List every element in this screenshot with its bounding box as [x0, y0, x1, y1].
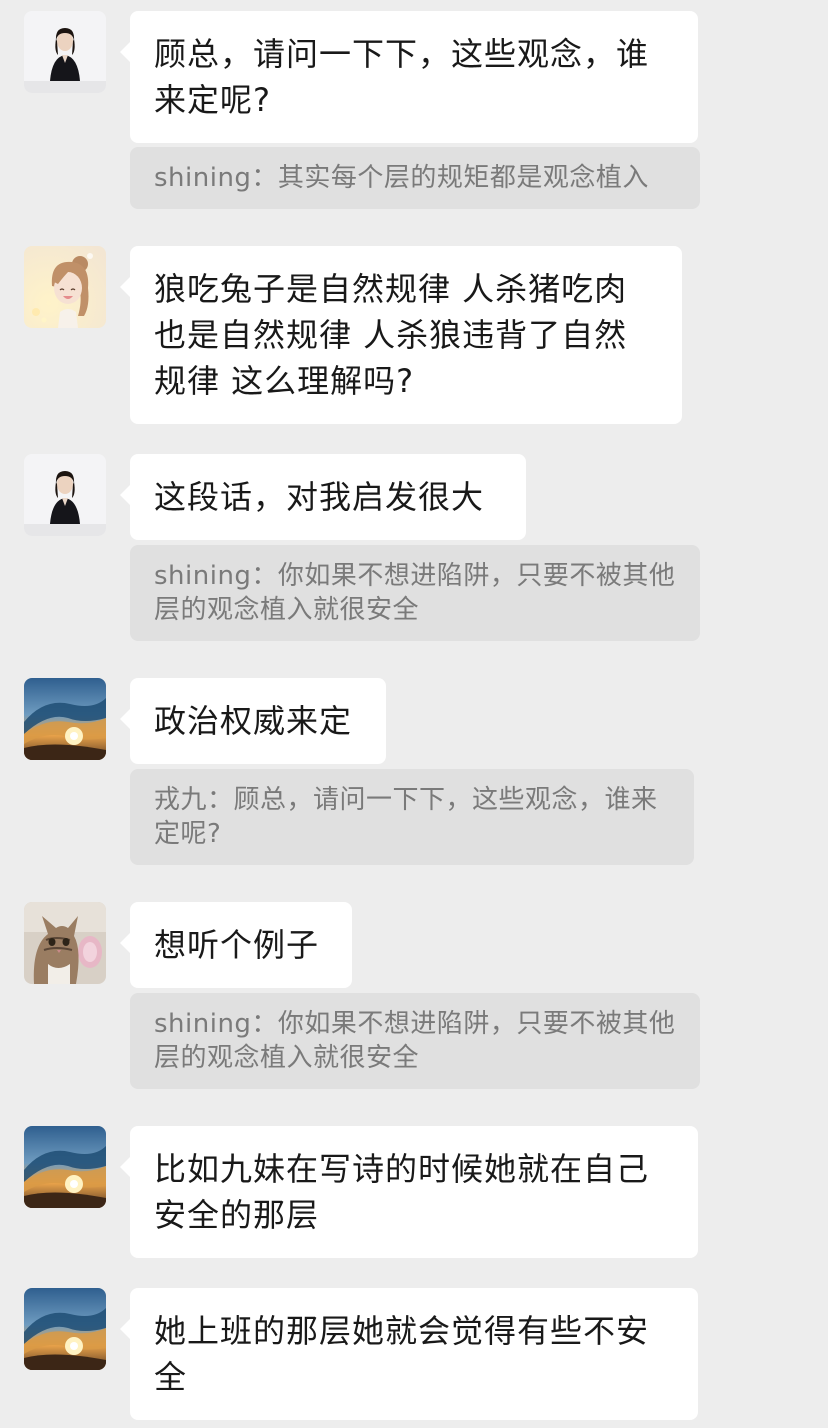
woman-black-suit-avatar[interactable] [24, 11, 106, 93]
quoted-message[interactable]: 戎九：顾总，请问一下下，这些观念，谁来定呢? [130, 769, 694, 865]
bubble-tail [120, 1157, 130, 1177]
ocean-wave-sunset-avatar[interactable] [24, 1126, 106, 1208]
message-bubble[interactable]: 比如九妹在写诗的时候她就在自己安全的那层 [120, 1126, 698, 1258]
bubble-tail [120, 709, 130, 729]
quoted-message[interactable]: shining：其实每个层的规矩都是观念植入 [130, 147, 700, 209]
message-bubble[interactable]: 狼吃兔子是自然规律 人杀猪吃肉 也是自然规律 人杀狼违背了自然规律 这么理解吗? [120, 246, 682, 424]
message-bubble[interactable]: 想听个例子 [120, 902, 352, 988]
woman-black-suit-avatar[interactable] [24, 454, 106, 536]
ocean-wave-sunset-avatar[interactable] [24, 678, 106, 760]
message-bubble[interactable]: 顾总，请问一下下，这些观念，谁来定呢? [120, 11, 698, 143]
bubble-tail [120, 933, 130, 953]
cat-photo-avatar[interactable] [24, 902, 106, 984]
bubble-tail [120, 1319, 130, 1339]
message-bubble[interactable]: 这段话，对我启发很大 [120, 454, 526, 540]
message-text: 顾总，请问一下下，这些观念，谁来定呢? [154, 35, 650, 119]
quoted-message[interactable]: shining：你如果不想进陷阱，只要不被其他层的观念植入就很安全 [130, 545, 700, 641]
message-text: 比如九妹在写诗的时候她就在自己安全的那层 [154, 1150, 650, 1234]
message-text: 她上班的那层她就会觉得有些不安全 [154, 1312, 650, 1396]
message-text: 这段话，对我启发很大 [154, 478, 485, 516]
bubble-tail [120, 42, 130, 62]
message-text: 政治权威来定 [154, 702, 353, 740]
message-bubble[interactable]: 她上班的那层她就会觉得有些不安全 [120, 1288, 698, 1420]
message-text: 想听个例子 [154, 926, 320, 964]
bubble-tail [120, 485, 130, 505]
chat-message-list[interactable]: 顾总，请问一下下，这些观念，谁来定呢? shining：其实每个层的规矩都是观念… [0, 0, 828, 1428]
quoted-message[interactable]: shining：你如果不想进陷阱，只要不被其他层的观念植入就很安全 [130, 993, 700, 1089]
bubble-tail [120, 277, 130, 297]
ocean-wave-sunset-avatar[interactable] [24, 1288, 106, 1370]
message-text: 狼吃兔子是自然规律 人杀猪吃肉 也是自然规律 人杀狼违背了自然规律 这么理解吗? [154, 270, 628, 400]
smiling-girl-illustration-avatar[interactable] [24, 246, 106, 328]
message-bubble[interactable]: 政治权威来定 [120, 678, 386, 764]
